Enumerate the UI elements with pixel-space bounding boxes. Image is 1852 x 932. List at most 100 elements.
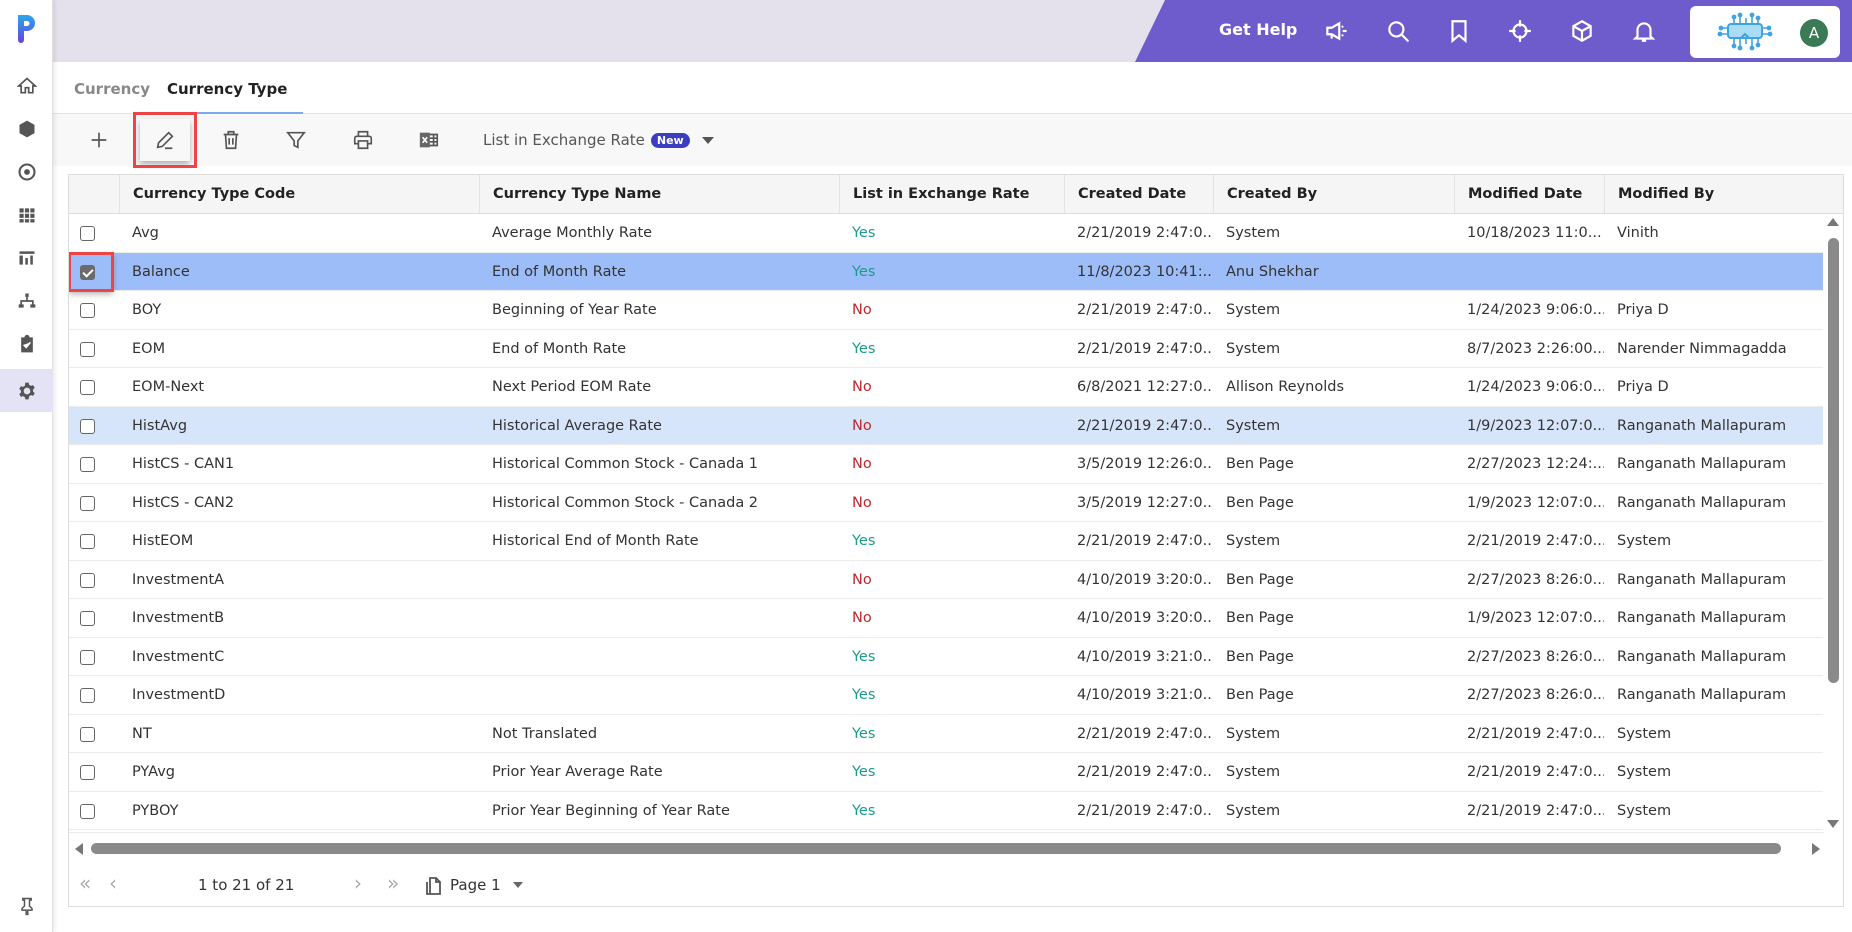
- row-checkbox[interactable]: [80, 495, 95, 511]
- header-list-in-exchange-rate[interactable]: List in Exchange Rate: [839, 175, 1064, 214]
- header-modified-by[interactable]: Modified By: [1604, 175, 1843, 214]
- row-checkbox[interactable]: [80, 303, 95, 318]
- add-button[interactable]: [81, 122, 117, 158]
- cell-currency-type-code: NT: [132, 725, 152, 742]
- row-checkbox[interactable]: [80, 226, 95, 241]
- tab-currency[interactable]: Currency: [74, 80, 150, 112]
- delete-button[interactable]: [213, 122, 249, 158]
- header-modified-date[interactable]: Modified Date: [1454, 175, 1604, 214]
- cell-created-date: 2/21/2019 2:47:0...: [1077, 802, 1213, 819]
- table-row[interactable]: EOM-Next Next Period EOM Rate No 6/8/2021 1…: [69, 368, 1824, 407]
- first-page-button[interactable]: «: [79, 873, 91, 893]
- table-row[interactable]: HistCS - CAN1 Historical Common Stock - C…: [69, 445, 1824, 484]
- horizontal-scroll-thumb[interactable]: [91, 843, 1781, 854]
- row-checkbox[interactable]: [80, 688, 95, 703]
- next-page-button[interactable]: ›: [354, 873, 362, 893]
- tab-currency-type[interactable]: Currency Type: [153, 80, 304, 115]
- sidebar-item-reports[interactable]: [0, 236, 53, 279]
- table-row[interactable]: Avg Average Monthly Rate Yes 2/21/2019 2:47…: [69, 214, 1824, 253]
- export-excel-button[interactable]: [411, 122, 447, 158]
- crosshair-button[interactable]: [1507, 18, 1533, 44]
- user-menu[interactable]: A: [1690, 6, 1840, 58]
- cell-created-by: System: [1226, 340, 1281, 357]
- sidebar-item-home[interactable]: [0, 64, 53, 107]
- toolbar: List in Exchange Rate New: [53, 112, 1852, 168]
- row-checkbox[interactable]: [80, 765, 95, 780]
- apps-button[interactable]: [1569, 18, 1595, 44]
- row-checkbox[interactable]: [80, 572, 95, 588]
- sidebar-item-cube[interactable]: [0, 107, 53, 150]
- vertical-scrollbar[interactable]: [1823, 214, 1843, 832]
- table-row[interactable]: InvestmentA No 4/10/2019 3:20:0... Ben Page…: [69, 561, 1824, 599]
- table-row[interactable]: Balance End of Month Rate Yes 11/8/2023 10:…: [69, 251, 1824, 292]
- row-checkbox[interactable]: [80, 649, 95, 665]
- sidebar-item-tasks[interactable]: [0, 322, 53, 365]
- cell-created-date: 6/8/2021 12:27:0...: [1077, 379, 1213, 395]
- plus-icon: [91, 132, 107, 148]
- header-created-date[interactable]: Created Date: [1064, 175, 1213, 214]
- header-created-by[interactable]: Created By: [1213, 175, 1454, 214]
- sidebar-item-grid[interactable]: [0, 193, 53, 236]
- header-currency-type-name[interactable]: Currency Type Name: [479, 175, 839, 214]
- cell-list-in-exchange-rate: No: [852, 379, 872, 395]
- page-selector[interactable]: Page 1: [424, 874, 523, 896]
- list-in-exchange-rate-dropdown[interactable]: List in Exchange Rate New: [483, 131, 714, 149]
- cell-currency-type-name: Prior Year Average Rate: [492, 764, 663, 780]
- cell-currency-type-name: Historical Average Rate: [492, 417, 662, 434]
- cell-created-date: 3/5/2019 12:27:0...: [1077, 494, 1213, 511]
- table-row[interactable]: PYAvg Prior Year Average Rate Yes 2/21/2019…: [69, 753, 1824, 792]
- header-currency-type-code[interactable]: Currency Type Code: [119, 175, 479, 214]
- record-count: 1 to 21 of 21: [198, 876, 295, 894]
- notifications-button[interactable]: [1631, 18, 1657, 44]
- cell-modified-date: 8/7/2023 2:26:00...: [1467, 340, 1604, 357]
- table-row[interactable]: HistCS - CAN2 Historical Common Stock - C…: [69, 484, 1824, 522]
- edit-button[interactable]: [133, 112, 197, 168]
- table-row[interactable]: NT Not Translated Yes 2/21/2019 2:47:0... Sy…: [69, 715, 1824, 753]
- horizontal-scrollbar[interactable]: [69, 832, 1824, 863]
- get-help-link[interactable]: Get Help: [1219, 20, 1297, 39]
- scroll-up-arrow-icon[interactable]: [1827, 218, 1839, 226]
- search-button[interactable]: [1385, 18, 1411, 44]
- grid-header: Currency Type Code Currency Type Name Li…: [69, 175, 1843, 214]
- cell-modified-date: 1/9/2023 12:07:0...: [1467, 610, 1604, 626]
- app-window: Get Help A Currency Currency Type List i…: [0, 0, 1852, 932]
- table-row[interactable]: HistEOM Historical End of Month Rate Yes 2/…: [69, 522, 1824, 561]
- scroll-left-arrow-icon[interactable]: [75, 843, 83, 855]
- chevron-down-icon: [512, 882, 523, 888]
- avatar[interactable]: A: [1800, 19, 1828, 47]
- row-checkbox[interactable]: [80, 418, 95, 434]
- row-checkbox[interactable]: [80, 726, 95, 742]
- filter-button[interactable]: [278, 122, 314, 158]
- table-row[interactable]: BOY Beginning of Year Rate No 2/21/2019 2:4…: [69, 291, 1824, 330]
- vertical-scroll-thumb[interactable]: [1828, 238, 1839, 683]
- table-row[interactable]: InvestmentB No 4/10/2019 3:20:0... Ben Page…: [69, 599, 1824, 638]
- sidebar-pin-button[interactable]: [0, 884, 53, 927]
- cell-list-in-exchange-rate: Yes: [852, 533, 876, 549]
- scroll-down-arrow-icon[interactable]: [1827, 820, 1839, 828]
- previous-page-button[interactable]: ‹: [109, 873, 117, 893]
- row-checkbox[interactable]: [80, 803, 95, 819]
- sidebar-item-hierarchy[interactable]: [0, 279, 53, 322]
- row-checkbox[interactable]: [80, 457, 95, 472]
- announcements-button[interactable]: [1323, 18, 1349, 44]
- print-button[interactable]: [345, 122, 381, 158]
- table-row[interactable]: PYBOY Prior Year Beginning of Year Rate Ye…: [69, 792, 1824, 830]
- table-row[interactable]: InvestmentC Yes 4/10/2019 3:21:0... Ben Pag…: [69, 638, 1824, 676]
- cell-currency-type-code: BOY: [132, 302, 162, 318]
- row-checkbox[interactable]: [80, 380, 95, 395]
- row-checkbox[interactable]: [80, 534, 95, 549]
- bookmark-button[interactable]: [1446, 18, 1472, 44]
- app-logo-icon[interactable]: [15, 12, 39, 44]
- table-row[interactable]: EOM End of Month Rate Yes 2/21/2019 2:47:0.…: [69, 330, 1824, 368]
- scroll-right-arrow-icon[interactable]: [1812, 843, 1820, 855]
- row-checkbox[interactable]: [80, 611, 95, 626]
- cell-modified-by: Priya D: [1617, 379, 1669, 395]
- table-row[interactable]: HistAvg Historical Average Rate No 2/21/201…: [69, 406, 1824, 445]
- cell-currency-type-name: Beginning of Year Rate: [492, 302, 657, 318]
- row-checkbox[interactable]: [80, 341, 95, 357]
- sidebar-item-settings[interactable]: [0, 369, 53, 412]
- table-row[interactable]: InvestmentD Yes 4/10/2019 3:21:0... Ben Pag…: [69, 676, 1824, 715]
- sidebar-item-target[interactable]: [0, 150, 53, 193]
- last-page-button[interactable]: »: [387, 873, 399, 893]
- cell-created-by: Anu Shekhar: [1226, 263, 1319, 280]
